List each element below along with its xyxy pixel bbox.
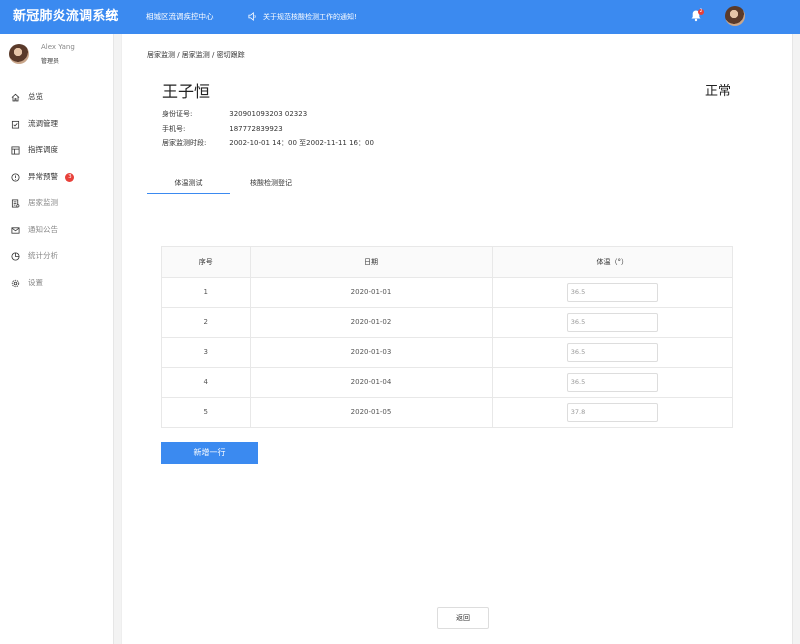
date-cell: 2020-01-02 [250, 307, 493, 338]
top-header: 新冠肺炎流调系统 相城区流调疾控中心 关于规范核酸检测工作的通知! 2 [0, 0, 800, 34]
breadcrumb: 居家监测 / 居家监测 / 密切跟踪 [147, 51, 245, 59]
temperature-input[interactable] [566, 372, 658, 392]
home-icon [11, 93, 20, 102]
alert-icon [11, 172, 20, 182]
table-row: 3 2020-01-03 [162, 337, 732, 368]
table-row: 1 2020-01-01 [162, 277, 732, 308]
temperature-input[interactable] [566, 342, 658, 362]
mail-icon [11, 226, 20, 234]
notice-link[interactable]: 关于规范核酸检测工作的通知! [263, 0, 357, 34]
page-scrollbar[interactable] [792, 34, 800, 644]
tab-temperature[interactable]: 体温测试 [147, 177, 230, 194]
table-row: 2 2020-01-02 [162, 307, 732, 338]
sidebar-item-label: 指挥调度 [28, 145, 58, 154]
notification-badge: 2 [698, 9, 704, 15]
sidebar-item-alerts[interactable]: 异常预警 3 [0, 164, 114, 191]
clipboard-icon [11, 120, 20, 129]
seq-cell: 2 [162, 307, 251, 338]
back-button[interactable]: 返回 [437, 607, 489, 629]
table-row: 5 2020-01-05 [162, 397, 732, 427]
sidebar-item-overview[interactable]: 总览 [0, 84, 114, 111]
sidebar-item-label: 设置 [28, 277, 43, 287]
sidebar-item-tracing[interactable]: 流调管理 [0, 111, 114, 138]
sidebar-nav: 总览 流调管理 指挥调度 异常预警 3 居家监测 通知公告 统计分析 设置 [0, 84, 114, 296]
temp-cell [492, 367, 732, 398]
temp-cell [492, 337, 732, 368]
speaker-icon [248, 12, 256, 21]
user-avatar[interactable] [9, 44, 29, 64]
info-row-period: 居家监测时段: 2002-10-01 14：00 至2002-11-11 16：… [162, 136, 374, 151]
column-header: 体温（°） [492, 247, 732, 278]
date-cell: 2020-01-05 [250, 397, 493, 427]
info-label: 居家监测时段: [162, 139, 207, 147]
temperature-input[interactable] [566, 282, 658, 302]
sidebar-item-label: 流调管理 [28, 118, 58, 128]
sidebar: Alex Yang 管理员 总览 流调管理 指挥调度 异常预警 3 居家监测 通… [0, 34, 122, 644]
info-label: 手机号: [162, 124, 186, 133]
seq-cell: 3 [162, 337, 251, 368]
sidebar-scrollbar[interactable] [113, 34, 121, 644]
temp-cell [492, 397, 732, 427]
sidebar-item-notices[interactable]: 通知公告 [0, 217, 114, 244]
user-role: 管理员 [41, 58, 60, 65]
sidebar-item-label: 通知公告 [28, 224, 58, 234]
sidebar-item-home-monitoring[interactable]: 居家监测 [0, 190, 114, 217]
column-header: 序号 [162, 247, 251, 278]
temp-cell [492, 307, 732, 338]
info-value: 2002-10-01 14：00 至2002-11-11 16：00 [229, 139, 374, 147]
table-row: 4 2020-01-04 [162, 367, 732, 398]
tabs: 体温测试 核酸检测登记 [147, 177, 337, 195]
sidebar-item-label: 异常预警 [28, 171, 58, 181]
sidebar-item-settings[interactable]: 设置 [0, 270, 114, 297]
sidebar-item-label: 居家监测 [28, 198, 58, 207]
organization-name: 相城区流调疾控中心 [146, 12, 214, 21]
seq-cell: 1 [162, 277, 251, 308]
info-label: 身份证号: [162, 110, 193, 118]
tab-nucleic-test[interactable]: 核酸检测登记 [250, 177, 292, 189]
seq-cell: 5 [162, 397, 251, 427]
info-value: 320901093203 02323 [229, 110, 308, 118]
date-cell: 2020-01-03 [250, 337, 493, 368]
document-icon [11, 199, 20, 208]
pie-chart-icon [11, 252, 20, 261]
info-row-id: 身份证号: 320901093203 02323 [162, 107, 374, 122]
column-header: 日期 [250, 247, 493, 278]
gear-icon [11, 279, 20, 287]
temp-cell [492, 277, 732, 308]
date-cell: 2020-01-01 [250, 277, 493, 308]
header-avatar[interactable] [725, 6, 745, 26]
sidebar-item-statistics[interactable]: 统计分析 [0, 243, 114, 270]
add-row-button[interactable]: 新增一行 [161, 442, 258, 464]
temperature-input[interactable] [566, 312, 658, 332]
layout-icon [11, 146, 20, 155]
patient-info: 身份证号: 320901093203 02323 手机号: 1877728399… [162, 107, 374, 151]
app-title: 新冠肺炎流调系统 [13, 9, 119, 24]
seq-cell: 4 [162, 367, 251, 398]
sidebar-item-dispatch[interactable]: 指挥调度 [0, 137, 114, 164]
user-name: Alex Yang [41, 43, 75, 51]
main-content: 居家监测 / 居家监测 / 密切跟踪 王子恒 正常 身份证号: 32090109… [123, 34, 800, 644]
status-text: 正常 [705, 84, 732, 99]
temperature-input[interactable] [566, 402, 658, 422]
alert-count-badge: 3 [65, 172, 75, 182]
info-value: 187772839923 [229, 124, 283, 133]
date-cell: 2020-01-04 [250, 367, 493, 398]
menu-toggle-icon[interactable] [106, 11, 116, 21]
table-header-row: 序号 日期 体温（°） [162, 247, 732, 278]
sidebar-item-label: 总览 [28, 92, 43, 101]
patient-name: 王子恒 [162, 82, 211, 101]
sidebar-item-label: 统计分析 [28, 251, 58, 260]
temperature-table: 序号 日期 体温（°） 1 2020-01-01 2 2020-01-02 3 [161, 246, 733, 428]
info-row-phone: 手机号: 187772839923 [162, 122, 374, 137]
